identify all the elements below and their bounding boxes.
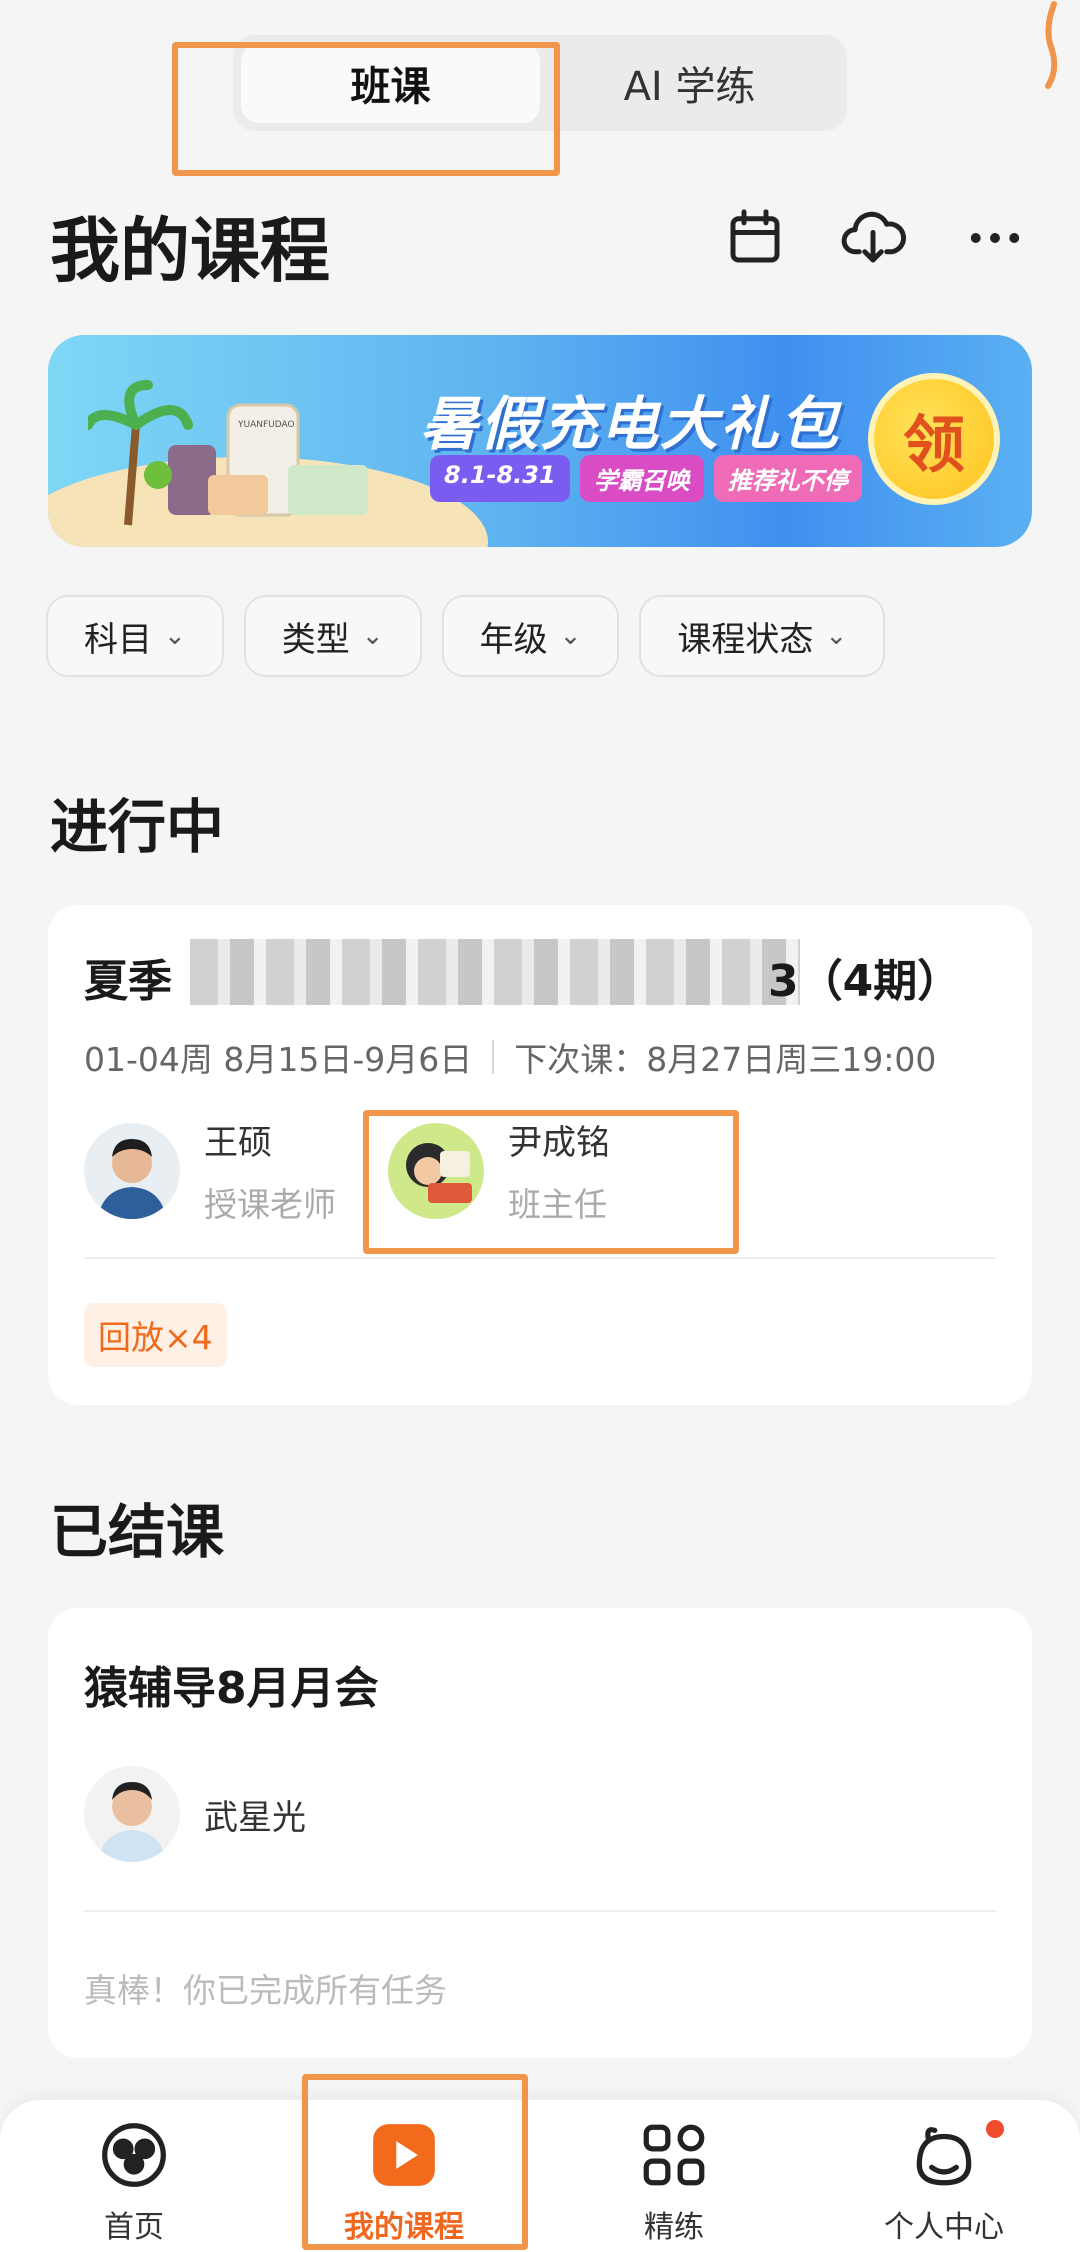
chevron-down-icon: ⌄ (164, 621, 186, 651)
nav-practice-label: 精练 (644, 2210, 704, 2245)
chevron-down-icon: ⌄ (559, 621, 582, 651)
nav-profile[interactable]: 个人中心 (844, 2118, 1044, 2246)
banner-tag-1: 学霸召唤 (579, 455, 704, 502)
banner-tag-2: 推荐礼不停 (713, 455, 862, 502)
cloud-download-icon[interactable] (840, 205, 906, 271)
course-title-suffix: 3（4期） (768, 956, 962, 1007)
teacher-name: 武星光 (204, 1797, 306, 1838)
teacher-role: 授课老师 (204, 1185, 336, 1224)
chevron-down-icon: ⌄ (361, 621, 384, 651)
avatar (84, 1122, 180, 1219)
annotation-box-tab (172, 42, 560, 176)
redacted-text (190, 939, 800, 1005)
banner-product-brand: YUANFUDAO (237, 420, 295, 430)
bottom-nav: 首页 我的课程 精练 个人中心 (0, 2100, 1080, 2252)
nav-practice[interactable]: 精练 (574, 2118, 774, 2246)
filter-status[interactable]: 课程状态 ⌄ (639, 595, 886, 677)
tab-ai-practice[interactable]: AI 学练 (540, 43, 839, 123)
filter-status-label: 课程状态 (677, 619, 814, 660)
teacher-lecturer[interactable]: 王硕 授课老师 (84, 1115, 336, 1226)
annotation-scribble (1045, 1, 1058, 89)
chevron-down-icon: ⌄ (825, 621, 848, 651)
course-weeks: 01-04周 8月15日-9月6日 (84, 1040, 473, 1079)
filter-type[interactable]: 类型 ⌄ (243, 595, 422, 677)
teacher[interactable]: 武星光 (84, 1766, 306, 1862)
filter-type-label: 类型 (281, 619, 350, 660)
section-finished-title: 已结课 (50, 1498, 225, 1566)
filter-grade[interactable]: 年级 ⌄ (441, 595, 620, 677)
card-divider (84, 1910, 996, 1912)
notification-dot (986, 2120, 1004, 2138)
completion-text: 真棒！你已完成所有任务 (84, 1971, 447, 2010)
nav-home[interactable]: 首页 (34, 2118, 234, 2246)
course-schedule: 01-04周 8月15日-9月6日 下次课：8月27日周三19:00 (84, 1033, 936, 1081)
avatar (84, 1766, 180, 1862)
next-class: 下次课：8月27日周三19:00 (514, 1040, 937, 1079)
banner-products-illustration: YUANFUDAO (88, 380, 368, 526)
profile-icon (907, 2118, 981, 2192)
claim-button[interactable]: 领 (868, 373, 1000, 505)
filter-subject[interactable]: 科目 ⌄ (46, 595, 224, 677)
course-card-finished[interactable]: 猿辅导8月月会 武星光 真棒！你已完成所有任务 (48, 1608, 1032, 2058)
page-title: 我的课程 (50, 210, 330, 292)
calendar-icon[interactable] (722, 205, 788, 271)
card-divider (84, 1257, 996, 1259)
promo-banner[interactable]: YUANFUDAO 暑假充电大礼包 8.1-8.31 学霸召唤 推荐礼不停 领 (48, 335, 1032, 547)
more-icon[interactable] (962, 205, 1028, 271)
filter-bar: 科目 ⌄ 类型 ⌄ 年级 ⌄ 课程状态 ⌄ (46, 595, 886, 677)
replay-badge[interactable]: 回放×4 (84, 1303, 227, 1367)
filter-grade-label: 年级 (479, 619, 548, 660)
course-title: 猿辅导8月月会 (84, 1663, 379, 1714)
practice-icon (637, 2118, 711, 2192)
banner-tag-date: 8.1-8.31 (430, 455, 570, 502)
annotation-box-nav (302, 2074, 528, 2250)
filter-subject-label: 科目 (84, 619, 152, 660)
meta-divider (492, 1040, 495, 1074)
section-in-progress-title: 进行中 (50, 793, 225, 861)
nav-profile-label: 个人中心 (884, 2210, 1004, 2245)
nav-home-label: 首页 (104, 2210, 164, 2245)
annotation-box-head-teacher (363, 1110, 739, 1254)
teacher-name: 王硕 (204, 1123, 272, 1163)
banner-tags: 8.1-8.31 学霸召唤 推荐礼不停 (430, 455, 862, 502)
banner-headline: 暑假充电大礼包 (420, 390, 841, 458)
home-icon (97, 2118, 171, 2192)
course-title-prefix: 夏季 (84, 956, 172, 1007)
